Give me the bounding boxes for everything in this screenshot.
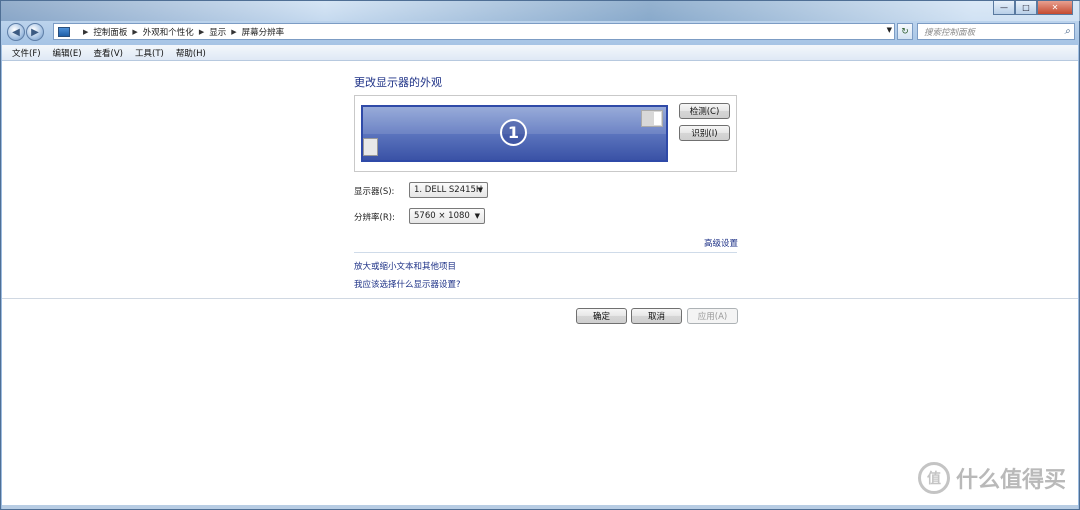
monitor-1-preview[interactable]: 1 xyxy=(361,105,668,162)
address-dropdown-icon[interactable]: ▼ xyxy=(887,26,892,34)
menu-bar: 文件(F) 编辑(E) 查看(V) 工具(T) 帮助(H) xyxy=(2,45,1078,61)
breadcrumb-display[interactable]: 显示 xyxy=(209,26,226,38)
mini-window-icon xyxy=(363,138,378,156)
ok-button[interactable]: 确定 xyxy=(576,308,627,324)
close-button[interactable]: ✕ xyxy=(1037,1,1073,15)
control-panel-window: — □ ✕ ◀ ▶ ▶ 控制面板 ▶ 外观和个性化 ▶ 显示 ▶ 屏幕分辨率 ▼… xyxy=(0,0,1080,510)
apply-button[interactable]: 应用(A) xyxy=(687,308,738,324)
control-panel-icon xyxy=(58,26,70,37)
text-size-link[interactable]: 放大或缩小文本和其他项目 xyxy=(354,260,456,272)
cancel-button[interactable]: 取消 xyxy=(631,308,682,324)
breadcrumb-appearance[interactable]: 外观和个性化 xyxy=(143,26,194,38)
chevron-down-icon: ▼ xyxy=(477,186,483,194)
breadcrumb: ▶ 控制面板 ▶ 外观和个性化 ▶ 显示 ▶ 屏幕分辨率 xyxy=(78,26,284,38)
breadcrumb-control-panel[interactable]: 控制面板 xyxy=(93,26,127,38)
breadcrumb-screen-resolution[interactable]: 屏幕分辨率 xyxy=(242,26,285,38)
identify-button[interactable]: 识别(I) xyxy=(679,125,730,141)
window-controls: — □ ✕ xyxy=(993,1,1073,15)
search-icon[interactable]: ⌕ xyxy=(1064,26,1070,37)
footer-divider xyxy=(2,298,1078,299)
page-title: 更改显示器的外观 xyxy=(354,76,442,89)
forward-button[interactable]: ▶ xyxy=(26,23,44,41)
menu-view[interactable]: 查看(V) xyxy=(88,47,129,59)
mini-window-icon xyxy=(641,110,663,127)
display-select-value: 1. DELL S2415H xyxy=(414,185,483,195)
navigation-row: ◀ ▶ ▶ 控制面板 ▶ 外观和个性化 ▶ 显示 ▶ 屏幕分辨率 ▼ ↻ 搜索控… xyxy=(7,22,1075,42)
minimize-button[interactable]: — xyxy=(993,1,1015,15)
divider xyxy=(354,252,737,253)
resolution-label: 分辨率(R): xyxy=(354,213,395,223)
chevron-right-icon: ▶ xyxy=(83,27,89,36)
detect-button[interactable]: 检测(C) xyxy=(679,103,730,119)
resolution-select-value: 5760 × 1080 xyxy=(414,211,470,221)
advanced-settings-link[interactable]: 高级设置 xyxy=(704,237,738,249)
forward-arrow-icon: ▶ xyxy=(31,26,39,38)
address-bar[interactable]: ▶ 控制面板 ▶ 外观和个性化 ▶ 显示 ▶ 屏幕分辨率 ▼ xyxy=(53,23,895,40)
watermark-logo-icon: 值 xyxy=(917,462,950,494)
chevron-right-icon[interactable]: ▶ xyxy=(199,28,204,36)
back-arrow-icon: ◀ xyxy=(12,26,20,38)
title-bar xyxy=(1,1,1080,21)
back-button[interactable]: ◀ xyxy=(7,23,25,41)
search-placeholder: 搜索控制面板 xyxy=(924,27,976,38)
chevron-down-icon: ▼ xyxy=(474,212,480,220)
maximize-button[interactable]: □ xyxy=(1015,1,1037,15)
menu-tools[interactable]: 工具(T) xyxy=(129,47,170,59)
menu-edit[interactable]: 编辑(E) xyxy=(47,47,88,59)
status-bar xyxy=(2,505,1078,509)
monitor-preview-panel: 1 检测(C) 识别(I) xyxy=(354,95,737,172)
menu-help[interactable]: 帮助(H) xyxy=(170,47,212,59)
watermark: 值 什么值得买 xyxy=(917,462,1066,494)
refresh-button[interactable]: ↻ xyxy=(897,23,913,40)
resolution-select[interactable]: 5760 × 1080 ▼ xyxy=(409,208,485,224)
content-area: 更改显示器的外观 1 检测(C) 识别(I) 显示器(S): 1. DELL S… xyxy=(2,61,1078,506)
chevron-right-icon[interactable]: ▶ xyxy=(231,28,236,36)
display-select[interactable]: 1. DELL S2415H ▼ xyxy=(409,182,488,198)
monitor-number: 1 xyxy=(500,119,527,146)
refresh-icon: ↻ xyxy=(901,26,909,37)
chevron-right-icon[interactable]: ▶ xyxy=(132,28,137,36)
watermark-text: 什么值得买 xyxy=(955,468,1066,493)
search-input[interactable]: 搜索控制面板 ⌕ xyxy=(917,23,1075,40)
menu-file[interactable]: 文件(F) xyxy=(6,47,47,59)
display-label: 显示器(S): xyxy=(354,187,395,197)
which-settings-link[interactable]: 我应该选择什么显示器设置? xyxy=(354,278,461,290)
